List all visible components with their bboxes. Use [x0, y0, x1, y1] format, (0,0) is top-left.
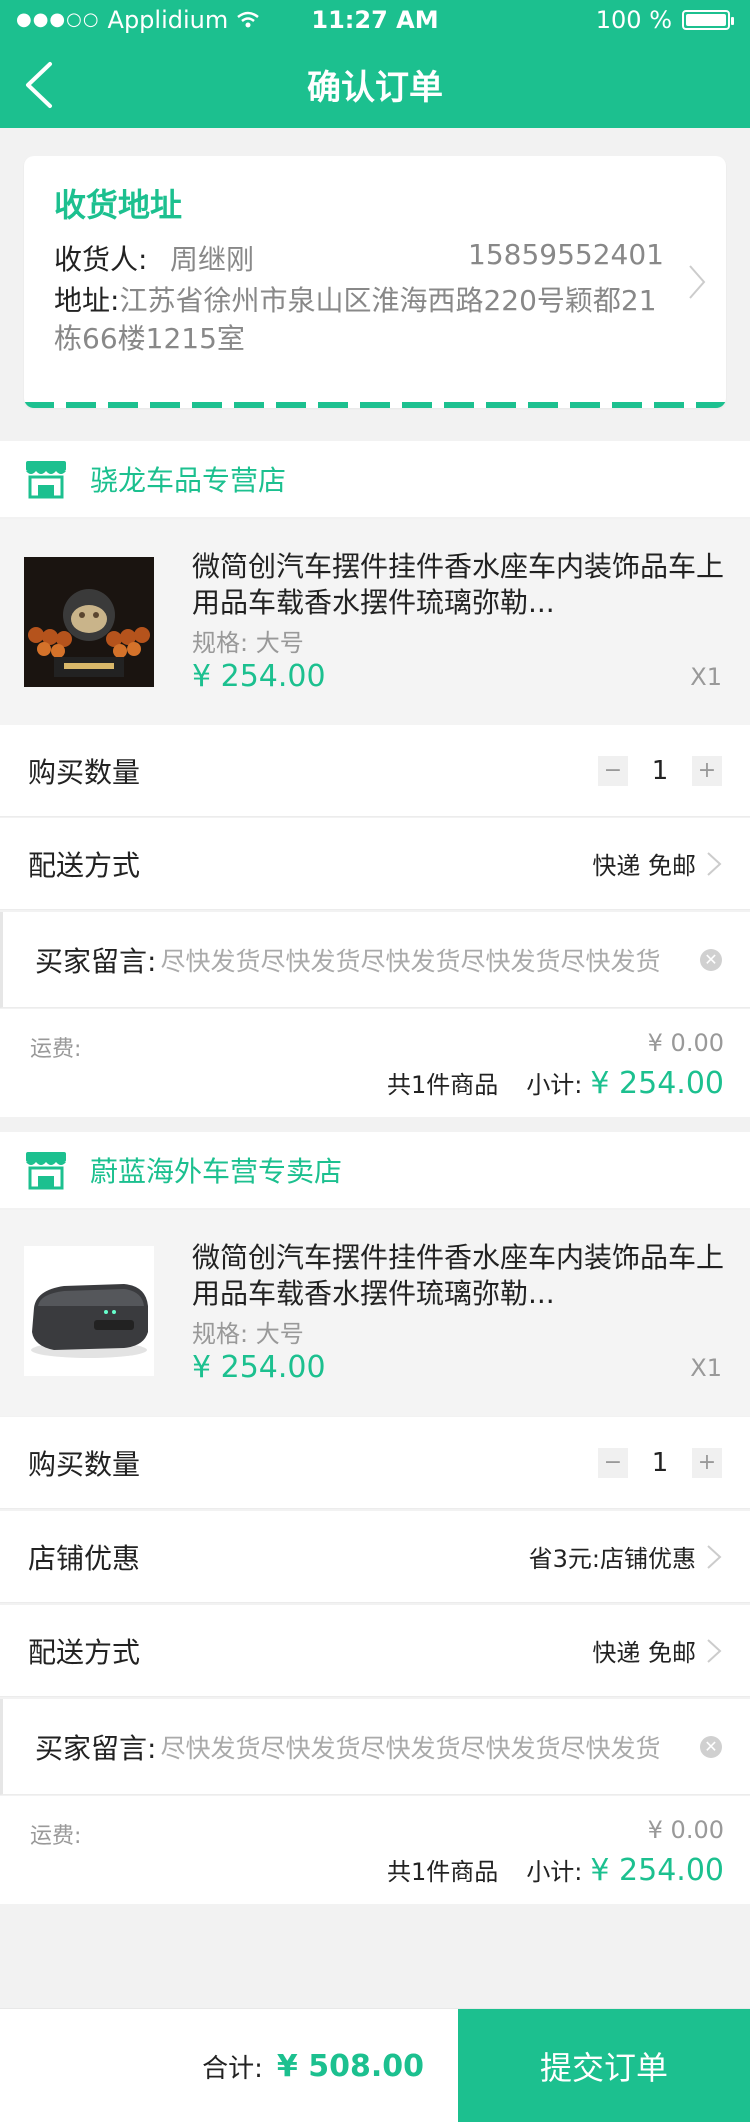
product-title: 微简创汽车摆件挂件香水座车内装饰品车上用品车载香水摆件琉璃弥勒...	[192, 550, 725, 619]
quantity-value: 1	[651, 755, 669, 786]
receiver-phone: 15859552401	[468, 238, 664, 271]
discount-value: 省3元:店铺优惠	[528, 1545, 696, 1573]
item-count: 共1件商品	[387, 1071, 499, 1099]
product-price: ¥ 254.00	[192, 659, 326, 694]
clear-icon[interactable]: ✕	[700, 1735, 722, 1758]
status-bar: ●●●○○ Applidium 11:27 AM 100 %	[0, 0, 750, 40]
store-icon	[26, 461, 66, 499]
increase-button[interactable]: +	[692, 755, 722, 786]
store-header: 蔚蓝海外车营专卖店	[0, 1132, 750, 1208]
delivery-label: 配送方式	[28, 1635, 141, 1669]
increase-button[interactable]: +	[692, 1447, 722, 1478]
order-summary: 运费: ¥ 0.00 共1件商品 小计: ¥ 254.00	[0, 1796, 750, 1904]
store-name[interactable]: 骁龙车品专营店	[90, 459, 286, 499]
subtotal-label: 小计:	[526, 1071, 583, 1099]
quantity-label: 购买数量	[28, 755, 141, 789]
chevron-right-icon	[707, 1638, 722, 1663]
shipping-fee-value: ¥ 0.00	[647, 1029, 724, 1057]
battery-icon	[682, 10, 734, 30]
product-image	[24, 557, 154, 687]
product-qty: X1	[690, 1354, 722, 1382]
store-name[interactable]: 蔚蓝海外车营专卖店	[90, 1150, 342, 1190]
header-bar: ●●●○○ Applidium 11:27 AM 100 % 确认订单	[0, 0, 750, 128]
quantity-row: 购买数量 − 1 +	[0, 1417, 750, 1509]
product-spec: 规格: 大号	[192, 1320, 304, 1348]
decrease-button[interactable]: −	[598, 755, 628, 786]
address-text: 江苏省徐州市泉山区淮海西路220号颖都21栋66楼1215室	[54, 284, 657, 355]
submit-order-button[interactable]: 提交订单	[458, 2009, 750, 2122]
product-item[interactable]: 微简创汽车摆件挂件香水座车内装饰品车上用品车载香水摆件琉璃弥勒... 规格: 大…	[0, 519, 750, 725]
message-input[interactable]: 尽快发货尽快发货尽快发货尽快发货尽快发货	[160, 942, 686, 978]
discount-label: 店铺优惠	[28, 1541, 141, 1575]
decrease-button[interactable]: −	[598, 1447, 628, 1478]
receiver-name: 周继刚	[170, 243, 255, 276]
product-qty: X1	[690, 663, 722, 691]
delivery-label: 配送方式	[28, 848, 141, 882]
order-summary: 运费: ¥ 0.00 共1件商品 小计: ¥ 254.00	[0, 1009, 750, 1117]
order-total: 合计: ¥ 508.00	[202, 2009, 424, 2122]
product-title: 微简创汽车摆件挂件香水座车内装饰品车上用品车载香水摆件琉璃弥勒...	[192, 1241, 725, 1310]
delivery-value: 快递 免邮	[592, 1639, 696, 1667]
chevron-right-icon	[707, 851, 722, 876]
subtotal-value: ¥ 254.00	[590, 1853, 724, 1888]
shipping-fee-value: ¥ 0.00	[647, 1816, 724, 1844]
address-label: 地址:	[54, 284, 120, 317]
product-price: ¥ 254.00	[192, 1350, 326, 1385]
clear-icon[interactable]: ✕	[700, 948, 722, 971]
back-arrow-icon[interactable]	[20, 60, 64, 110]
receiver-label: 收货人:	[54, 243, 148, 276]
checkout-bar: 合计: ¥ 508.00 提交订单	[0, 2008, 750, 2122]
store-header: 骁龙车品专营店	[0, 441, 750, 517]
address-text-block: 地址:江苏省徐州市泉山区淮海西路220号颖都21栋66楼1215室	[54, 282, 674, 358]
product-spec: 规格: 大号	[192, 629, 304, 657]
store-discount-row[interactable]: 店铺优惠 省3元:店铺优惠	[0, 1511, 750, 1603]
message-input[interactable]: 尽快发货尽快发货尽快发货尽快发货尽快发货	[160, 1729, 686, 1765]
nav-bar: 确认订单	[0, 40, 750, 128]
total-value: ¥ 508.00	[276, 2048, 424, 2084]
quantity-label: 购买数量	[28, 1447, 141, 1481]
quantity-stepper: − 1 +	[598, 1447, 722, 1478]
product-item[interactable]: 微简创汽车摆件挂件香水座车内装饰品车上用品车载香水摆件琉璃弥勒... 规格: 大…	[0, 1210, 750, 1416]
chevron-right-icon	[707, 1544, 722, 1569]
item-count: 共1件商品	[387, 1858, 499, 1886]
shipping-fee-label: 运费:	[30, 1824, 82, 1849]
subtotal-value: ¥ 254.00	[590, 1066, 724, 1101]
buyer-message-row[interactable]: 买家留言: 尽快发货尽快发货尽快发货尽快发货尽快发货 ✕	[0, 1699, 750, 1795]
address-card[interactable]: 收货地址 收货人: 周继刚 15859552401 地址:江苏省徐州市泉山区淮海…	[24, 156, 726, 408]
product-image	[24, 1246, 154, 1376]
delivery-row[interactable]: 配送方式 快递 免邮	[0, 818, 750, 910]
subtotal-label: 小计:	[526, 1858, 583, 1886]
page-title: 确认订单	[307, 67, 443, 108]
quantity-value: 1	[651, 1447, 669, 1478]
shipping-fee-label: 运费:	[30, 1037, 82, 1062]
store-icon	[26, 1152, 66, 1190]
delivery-row[interactable]: 配送方式 快递 免邮	[0, 1605, 750, 1697]
buyer-message-row[interactable]: 买家留言: 尽快发货尽快发货尽快发货尽快发货尽快发货 ✕	[0, 912, 750, 1008]
address-heading: 收货地址	[54, 186, 183, 224]
quantity-row: 购买数量 − 1 +	[0, 725, 750, 817]
quantity-stepper: − 1 +	[598, 755, 722, 786]
battery-percent: 100 %	[595, 6, 672, 34]
delivery-value: 快递 免邮	[592, 852, 696, 880]
message-label: 买家留言:	[35, 1731, 157, 1765]
address-card-stripe	[24, 402, 726, 408]
message-label: 买家留言:	[35, 944, 157, 978]
chevron-right-icon	[689, 265, 706, 299]
total-label: 合计:	[202, 2053, 263, 2084]
